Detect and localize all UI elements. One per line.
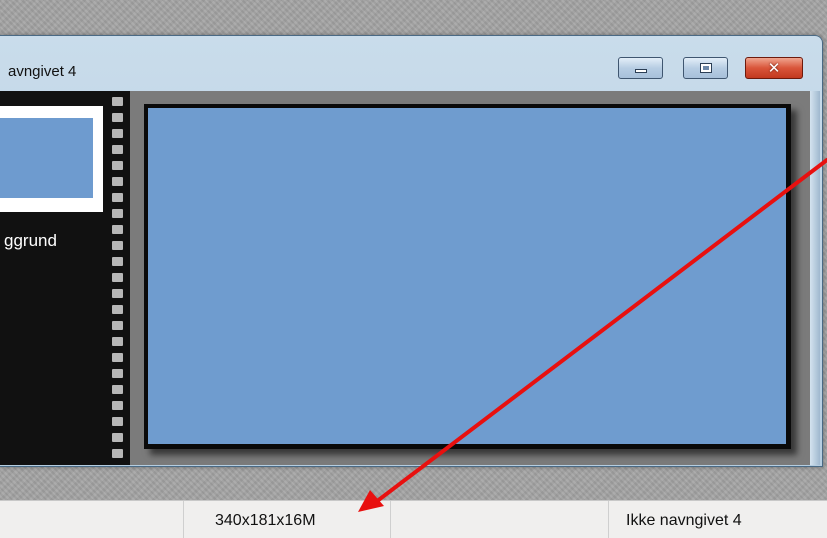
annotation-arrow: [358, 158, 827, 512]
arrow-shaft: [370, 158, 827, 507]
